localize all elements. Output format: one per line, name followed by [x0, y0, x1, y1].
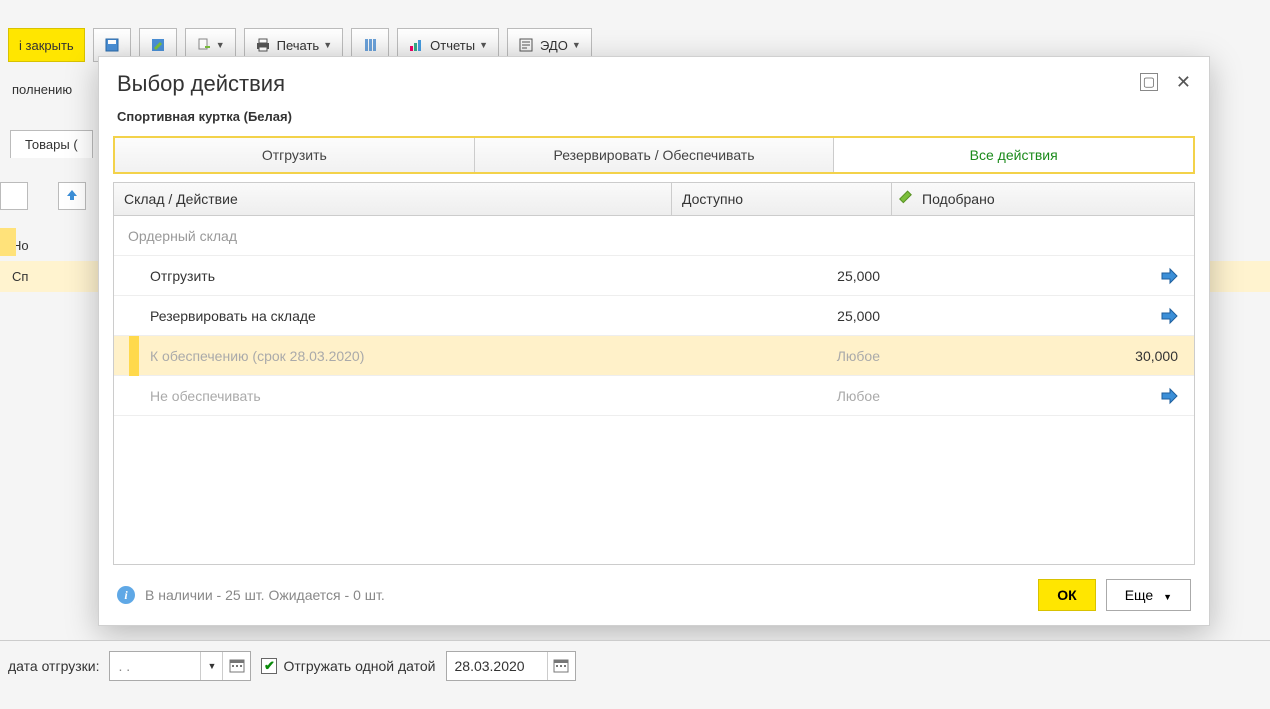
reports-icon: [408, 37, 424, 53]
row-available: 25,000: [672, 268, 892, 284]
edit-icon: [899, 189, 919, 209]
bg-row-indicator: [0, 228, 16, 256]
info-icon: i: [117, 586, 135, 604]
table-row[interactable]: Не обеспечивать Любое: [114, 376, 1194, 416]
ship-date-label: дата отгрузки:: [8, 658, 99, 674]
print-icon: [255, 37, 271, 53]
bg-status-text: полнению: [12, 82, 72, 97]
maximize-button[interactable]: ▢: [1140, 73, 1158, 91]
edo-label: ЭДО: [540, 38, 568, 53]
tab-goods-label: Товары (: [25, 137, 78, 152]
reports-label: Отчеты: [430, 38, 475, 53]
save-icon: [104, 37, 120, 53]
ship-date-input[interactable]: . . ▼: [109, 651, 251, 681]
col-available-label: Доступно: [682, 191, 743, 207]
actions-grid: Склад / Действие Доступно Подобрано Орде…: [113, 182, 1195, 565]
apply-arrow-icon[interactable]: [1160, 387, 1178, 405]
tab-goods[interactable]: Товары (: [10, 130, 93, 158]
row-picked: 30,000: [892, 348, 1194, 364]
checkbox-icon: ✔: [261, 658, 277, 674]
segment-reserve[interactable]: Резервировать / Обеспечивать: [475, 138, 835, 172]
col-picked-header[interactable]: Подобрано: [892, 183, 1194, 215]
save-and-close-label: і закрыть: [19, 38, 74, 53]
apply-arrow-icon[interactable]: [1160, 267, 1178, 285]
chevron-down-icon: ▼: [1163, 592, 1172, 602]
single-date-label: Отгружать одной датой: [283, 658, 435, 674]
row-available: Любое: [672, 348, 892, 364]
col-available-header[interactable]: Доступно: [672, 183, 892, 215]
segment-ship[interactable]: Отгрузить: [115, 138, 475, 172]
segment-ship-label: Отгрузить: [262, 147, 327, 163]
close-button[interactable]: ✕: [1176, 73, 1191, 91]
dialog-subtitle: Спортивная куртка (Белая): [99, 101, 1209, 132]
chevron-down-icon: ▼: [479, 40, 488, 50]
doc-action-icon: [196, 37, 212, 53]
table-row[interactable]: Резервировать на складе 25,000: [114, 296, 1194, 336]
availability-text: В наличии - 25 шт. Ожидается - 0 шт.: [145, 587, 385, 603]
row-available: Любое: [672, 388, 892, 404]
single-date-checkbox[interactable]: ✔ Отгружать одной датой: [261, 658, 435, 674]
row-action-label: Резервировать на складе: [114, 308, 672, 324]
segment-reserve-label: Резервировать / Обеспечивать: [553, 147, 754, 163]
chevron-down-icon: ▼: [572, 40, 581, 50]
ship-date-value-input[interactable]: 28.03.2020: [446, 651, 576, 681]
action-segments: Отгрузить Резервировать / Обеспечивать В…: [113, 136, 1195, 174]
chevron-down-icon: ▼: [216, 40, 225, 50]
ship-date-value: . .: [110, 652, 200, 680]
row-available: 25,000: [672, 308, 892, 324]
calendar-icon: [221, 651, 253, 682]
date-dropdown-button[interactable]: ▼: [200, 652, 222, 680]
row-action-label: К обеспечению (срок 28.03.2020): [114, 348, 672, 364]
table-row-selected[interactable]: К обеспечению (срок 28.03.2020) Любое 30…: [114, 336, 1194, 376]
arrow-up-icon: [65, 188, 79, 205]
col-action-label: Склад / Действие: [124, 191, 238, 207]
row-action-label: Отгрузить: [114, 268, 672, 284]
apply-arrow-icon[interactable]: [1160, 307, 1178, 325]
bg-tool-button[interactable]: [0, 182, 28, 210]
date-calendar-button-2[interactable]: [547, 652, 575, 680]
row-action-label: Не обеспечивать: [114, 388, 672, 404]
selection-indicator: [129, 336, 139, 376]
print-label: Печать: [277, 38, 320, 53]
segment-all-label: Все действия: [970, 147, 1058, 163]
col-action-header[interactable]: Склад / Действие: [114, 183, 672, 215]
chevron-down-icon: ▼: [323, 40, 332, 50]
col-picked-label: Подобрано: [922, 191, 995, 207]
dialog-title: Выбор действия: [117, 71, 285, 97]
post-icon: [150, 37, 166, 53]
move-up-button[interactable]: [58, 182, 86, 210]
group-label: Ордерный склад: [114, 228, 672, 244]
more-label: Еще: [1125, 587, 1154, 603]
table-row-group[interactable]: Ордерный склад: [114, 216, 1194, 256]
bg-row-selected: Сп: [12, 269, 28, 284]
ship-date-filled: 28.03.2020: [447, 652, 547, 680]
maximize-icon: ▢: [1143, 74, 1155, 90]
close-icon: ✕: [1176, 72, 1191, 92]
action-select-dialog: Выбор действия ▢ ✕ Спортивная куртка (Бе…: [98, 56, 1210, 626]
ok-label: ОК: [1057, 587, 1076, 603]
more-button[interactable]: Еще ▼: [1106, 579, 1191, 611]
ok-button[interactable]: ОК: [1038, 579, 1095, 611]
save-and-close-button[interactable]: і закрыть: [8, 28, 85, 62]
date-calendar-button[interactable]: [222, 652, 250, 680]
edo-icon: [518, 37, 534, 53]
structure-icon: [362, 37, 378, 53]
table-row[interactable]: Отгрузить 25,000: [114, 256, 1194, 296]
segment-all[interactable]: Все действия: [834, 138, 1193, 172]
calendar-icon: [545, 651, 577, 682]
